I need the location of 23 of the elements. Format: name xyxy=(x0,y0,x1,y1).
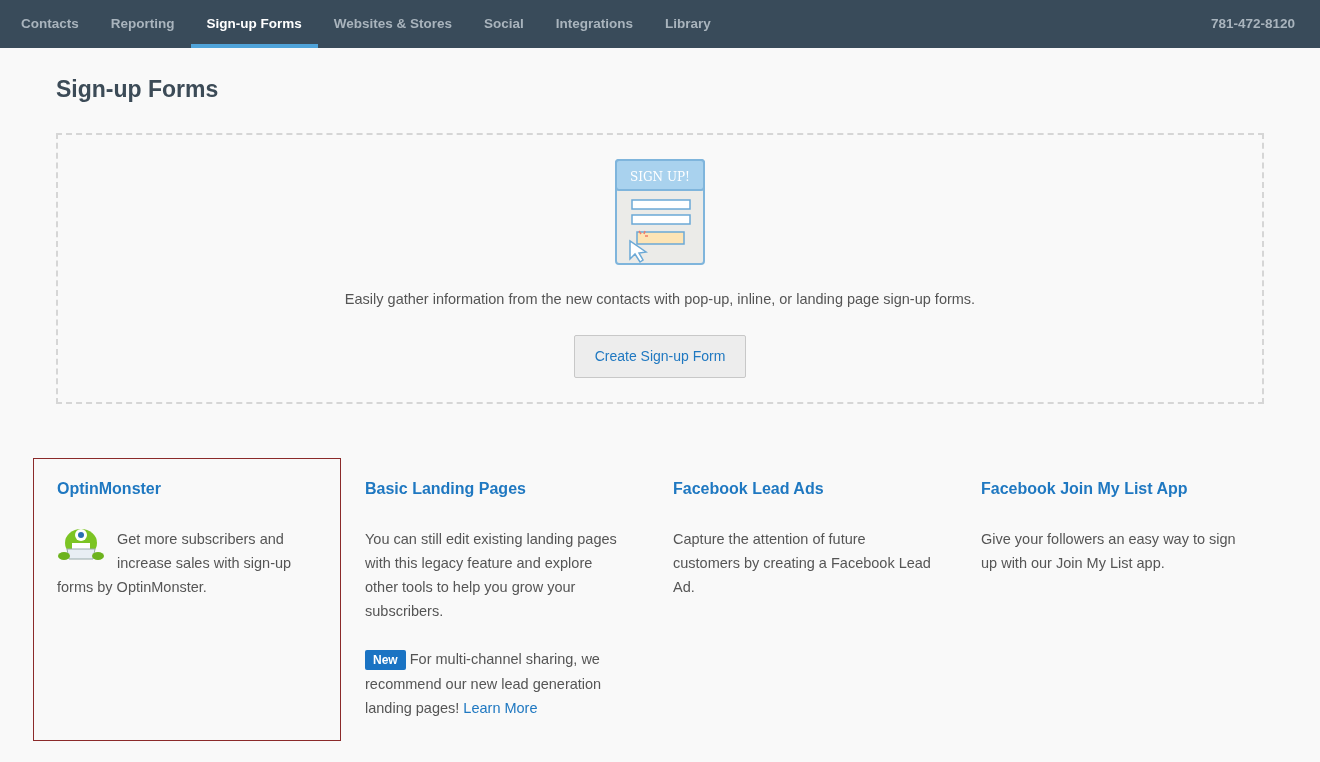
new-badge: New xyxy=(365,649,406,670)
empty-state-description: Easily gather information from the new contacts with pop-up, inline, or landing page sign-up forms. xyxy=(344,289,976,309)
create-form-button[interactable]: Create Sign-up Form xyxy=(573,335,747,379)
card-title-link[interactable]: Facebook Join My List App xyxy=(981,476,1188,501)
nav-tab[interactable]: Sign-up Forms xyxy=(190,0,318,48)
nav-tab[interactable]: Websites & Stores xyxy=(317,0,469,48)
nav-tab[interactable]: Integrations xyxy=(539,0,650,48)
card-title-link[interactable]: Facebook Lead Ads xyxy=(673,476,824,501)
nav-tab[interactable]: Library xyxy=(649,0,727,48)
card-description: Get more subscribers and increase sales with sign-up forms by OptinMonster. xyxy=(57,529,293,597)
learn-more-link[interactable]: Learn More xyxy=(463,699,538,716)
card-title-link[interactable]: OptinMonster xyxy=(57,476,161,501)
card-description: Capture the attention of future customers by creating a Facebook Lead Ad. xyxy=(673,529,932,597)
note-text: New For multi-channel sharing, we recommend our new lead generation landing pages! Learn More xyxy=(365,648,603,718)
card-description: You can still edit existing landing pages with this legacy feature and explore other tools to help you grow your subscribers. xyxy=(365,529,618,621)
phone-number: 781-472-8120 xyxy=(1210,14,1295,33)
sign-up-form-illustration: SIGN UP! xyxy=(615,158,705,265)
nav-tab[interactable]: Reporting xyxy=(94,0,191,48)
nav-tab[interactable]: Social xyxy=(468,0,540,48)
card-title-link[interactable]: Basic Landing Pages xyxy=(365,476,526,501)
page-title: Sign-up Forms xyxy=(56,76,220,104)
nav-tab[interactable]: Contacts xyxy=(5,0,95,48)
card-description: Give your followers an easy way to sign up with our Join My List app. xyxy=(981,529,1237,573)
